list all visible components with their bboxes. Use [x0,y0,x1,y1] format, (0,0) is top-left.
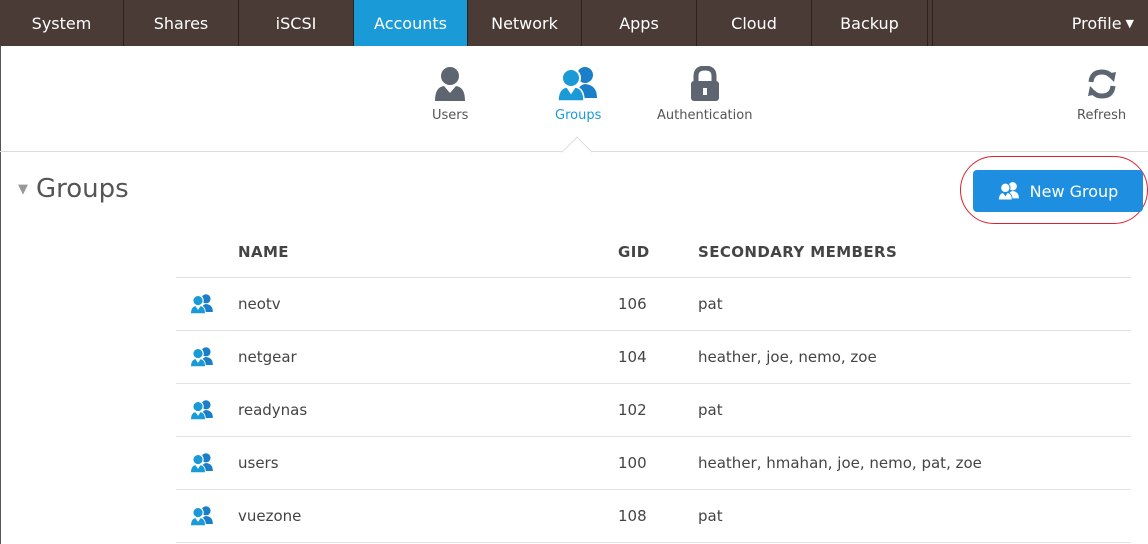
tab-label: Cloud [731,13,777,33]
group-name: vuezone [238,507,302,525]
tab-system[interactable]: System [0,0,124,46]
subnav-users-label: Users [432,108,469,123]
user-icon [435,67,466,101]
refresh-icon [1087,69,1116,99]
table-header: NAME GID SECONDARY MEMBERS [176,226,1131,278]
lock-icon [690,66,719,101]
column-header-members[interactable]: SECONDARY MEMBERS [698,243,897,261]
subnav-authentication-label: Authentication [657,108,753,123]
group-icon-cell [176,452,238,474]
profile-label: Profile [1071,13,1122,33]
tab-apps[interactable]: Apps [582,0,697,46]
table-row[interactable]: neotv 106 pat [176,278,1131,331]
tab-label: System [31,13,92,33]
collapse-triangle-icon[interactable]: ▼ [18,182,28,197]
group-members: pat [698,507,723,525]
tab-label: Shares [153,13,209,33]
tab-cloud[interactable]: Cloud [697,0,812,46]
tab-iscsi[interactable]: iSCSI [239,0,354,46]
tab-shares[interactable]: Shares [124,0,239,46]
refresh-label: Refresh [1077,108,1127,123]
groups-table: NAME GID SECONDARY MEMBERS neotv 106 pat… [176,226,1131,543]
section-title: Groups [36,174,129,204]
group-icon [190,506,213,527]
group-name: netgear [238,348,297,366]
refresh-button[interactable]: Refresh [1077,66,1126,123]
group-icon [190,453,213,474]
caret-down-icon: ▼ [1125,16,1134,30]
section-header[interactable]: ▼ Groups [18,174,129,204]
group-gid: 104 [618,348,647,366]
group-gid: 106 [618,295,647,313]
group-name: neotv [238,295,281,313]
accounts-subnav: Users Groups Authentication Refresh [0,46,1148,152]
subnav-users[interactable]: Users [432,66,468,123]
table-row[interactable]: netgear 104 heather, joe, nemo, zoe [176,331,1131,384]
table-row[interactable]: vuezone 108 pat [176,490,1131,543]
group-members: pat [698,401,723,419]
tab-accounts[interactable]: Accounts [354,0,468,46]
subnav-groups-label: Groups [555,108,602,123]
new-group-label: New Group [1029,181,1119,201]
new-group-button[interactable]: New Group [973,170,1143,212]
table-row[interactable]: readynas 102 pat [176,384,1131,437]
tab-label: Network [491,13,558,33]
group-icon [190,294,213,315]
tab-label: Apps [619,13,659,33]
group-name: users [238,454,279,472]
group-icon-cell [176,505,238,527]
group-icon [190,400,213,421]
group-icon-cell [176,293,238,315]
tab-label: Accounts [374,13,447,33]
group-add-icon [997,182,1019,201]
group-icon-cell [176,346,238,368]
profile-menu[interactable]: Profile ▼ [933,0,1148,46]
group-members: pat [698,295,723,313]
top-nav: System Shares iSCSI Accounts Network App… [0,0,1148,46]
tab-backup[interactable]: Backup [812,0,928,46]
tab-label: iSCSI [275,13,317,33]
tab-label: Backup [840,13,899,33]
group-gid: 102 [618,401,647,419]
tab-network[interactable]: Network [468,0,582,46]
group-gid: 108 [618,507,647,525]
table-row[interactable]: users 100 heather, hmahan, joe, nemo, pa… [176,437,1131,490]
column-header-gid[interactable]: GID [618,243,698,261]
group-icon-cell [176,399,238,421]
group-members: heather, hmahan, joe, nemo, pat, zoe [698,454,982,472]
group-members: heather, joe, nemo, zoe [698,348,877,366]
group-name: readynas [238,401,308,419]
column-header-name[interactable]: NAME [238,243,618,261]
subnav-authentication[interactable]: Authentication [657,66,752,123]
group-icon [190,347,213,368]
group-icon [557,67,598,102]
subnav-groups[interactable]: Groups [555,66,601,123]
group-gid: 100 [618,454,647,472]
